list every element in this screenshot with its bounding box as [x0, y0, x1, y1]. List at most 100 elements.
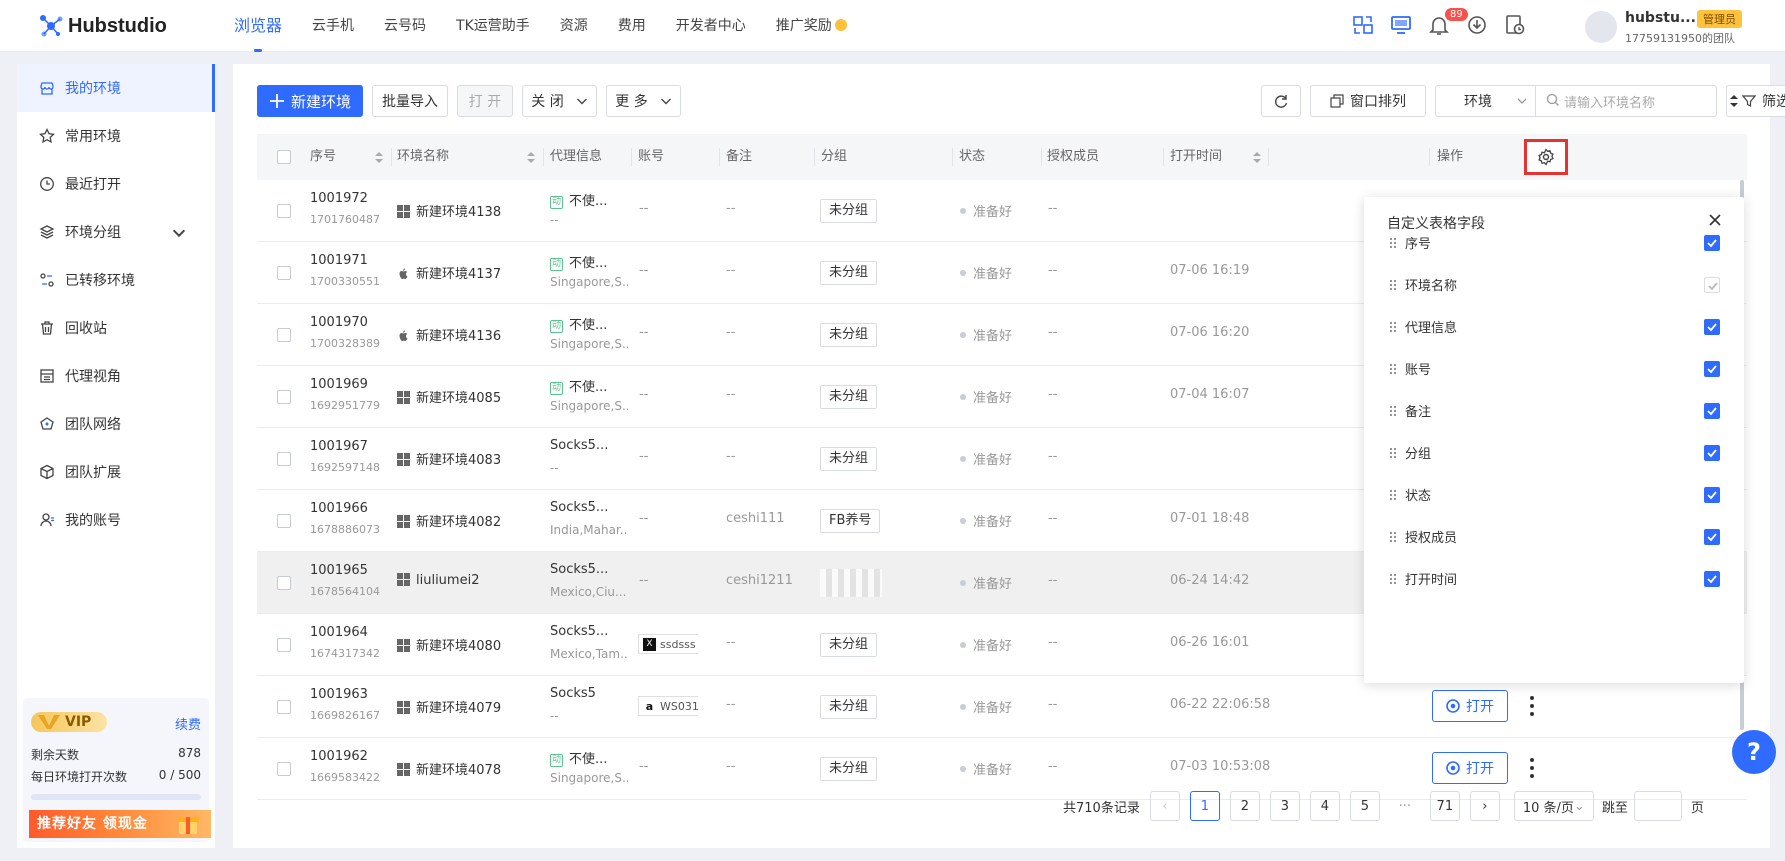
more-vertical-icon[interactable]	[1529, 694, 1535, 718]
col-members[interactable]: 授权成员	[1047, 134, 1099, 180]
nav-developer[interactable]: 开发者中心	[676, 0, 746, 52]
drag-handle-icon[interactable]	[1389, 237, 1397, 249]
drag-handle-icon[interactable]	[1389, 489, 1397, 501]
env-name-cell[interactable]: 新建环境4085	[397, 387, 537, 406]
account-cell[interactable]: a WS031	[638, 696, 698, 716]
row-checkbox[interactable]	[277, 576, 291, 590]
page-ellipsis[interactable]: ···	[1390, 791, 1420, 821]
nav-billing[interactable]: 费用	[618, 0, 646, 52]
refresh-button[interactable]	[1261, 85, 1301, 117]
nav-cloud-number[interactable]: 云号码	[384, 0, 426, 52]
field-option[interactable]: 打开时间	[1389, 569, 1720, 589]
search-input[interactable]: 请输入环境名称	[1536, 92, 1655, 111]
sort-toggle-icon[interactable]	[1729, 94, 1739, 108]
sort-icon[interactable]	[375, 152, 383, 163]
more-vertical-icon[interactable]	[1529, 756, 1535, 780]
sidebar-item-transferred[interactable]: 已转移环境	[17, 256, 215, 304]
field-checkbox[interactable]	[1704, 361, 1720, 377]
field-option[interactable]: 序号	[1389, 233, 1720, 253]
next-page-button[interactable]: ›	[1469, 791, 1500, 821]
close-dropdown[interactable]: 关 闭	[522, 85, 597, 117]
nav-resources[interactable]: 资源	[560, 0, 588, 52]
env-name-cell[interactable]: 新建环境4138	[397, 201, 537, 220]
col-proxy[interactable]: 代理信息	[550, 134, 602, 180]
field-checkbox[interactable]	[1704, 319, 1720, 335]
referral-banner[interactable]: 推荐好友 领现金	[29, 810, 211, 838]
select-all-checkbox[interactable]	[277, 150, 291, 164]
field-option[interactable]: 环境名称	[1389, 275, 1720, 295]
sidebar-item-my-account[interactable]: 我的账号	[17, 496, 215, 544]
field-checkbox[interactable]	[1704, 445, 1720, 461]
nav-tk-assistant[interactable]: TK运营助手	[456, 0, 530, 52]
sort-icon[interactable]	[1253, 152, 1261, 163]
env-name-cell[interactable]: 新建环境4079	[397, 697, 537, 716]
sidebar-item-proxy-view[interactable]: 代理视角	[17, 352, 215, 400]
field-checkbox[interactable]	[1704, 529, 1720, 545]
page-size-select[interactable]: 10 条/页 ⌄	[1513, 791, 1594, 821]
history-icon[interactable]	[1504, 14, 1526, 36]
sync-devices-icon[interactable]	[1352, 14, 1374, 36]
field-option[interactable]: 状态	[1389, 485, 1720, 505]
field-option[interactable]: 账号	[1389, 359, 1720, 379]
row-checkbox[interactable]	[277, 328, 291, 342]
col-open-time[interactable]: 打开时间	[1170, 134, 1222, 180]
page-71[interactable]: 71	[1429, 791, 1460, 821]
env-name-cell[interactable]: 新建环境4083	[397, 449, 537, 468]
new-env-button[interactable]: 新建环境	[257, 85, 363, 117]
row-checkbox[interactable]	[277, 452, 291, 466]
drag-handle-icon[interactable]	[1389, 405, 1397, 417]
field-option[interactable]: 备注	[1389, 401, 1720, 421]
field-checkbox[interactable]	[1704, 403, 1720, 419]
col-id[interactable]: 序号	[310, 134, 336, 180]
row-checkbox[interactable]	[277, 204, 291, 218]
page-4[interactable]: 4	[1309, 791, 1340, 821]
field-option[interactable]: 代理信息	[1389, 317, 1720, 337]
field-checkbox[interactable]	[1704, 235, 1720, 251]
drag-handle-icon[interactable]	[1389, 531, 1397, 543]
page-3[interactable]: 3	[1269, 791, 1300, 821]
field-checkbox[interactable]	[1704, 571, 1720, 587]
account-cell[interactable]: Xssdsss	[638, 634, 698, 654]
row-checkbox[interactable]	[277, 762, 291, 776]
page-2[interactable]: 2	[1229, 791, 1260, 821]
page-1[interactable]: 1	[1189, 791, 1220, 821]
field-option[interactable]: 分组	[1389, 443, 1720, 463]
col-group[interactable]: 分组	[821, 134, 847, 180]
drag-handle-icon[interactable]	[1389, 279, 1397, 291]
env-name-cell[interactable]: 新建环境4082	[397, 511, 537, 530]
sidebar-item-trash[interactable]: 回收站	[17, 304, 215, 352]
env-name-cell[interactable]: 新建环境4078	[397, 759, 537, 778]
drag-handle-icon[interactable]	[1389, 447, 1397, 459]
row-checkbox[interactable]	[277, 514, 291, 528]
col-name[interactable]: 环境名称	[397, 134, 449, 180]
env-type-select[interactable]: 环境	[1436, 86, 1536, 116]
window-arrange-button[interactable]: 窗口排列	[1310, 85, 1426, 117]
app-logo[interactable]: Hubstudio	[38, 12, 167, 40]
jump-input[interactable]	[1633, 791, 1682, 821]
notification-button[interactable]: 89	[1428, 8, 1468, 36]
field-checkbox[interactable]	[1704, 487, 1720, 503]
col-account[interactable]: 账号	[638, 134, 664, 180]
open-button[interactable]: 打 开	[457, 85, 513, 117]
drag-handle-icon[interactable]	[1389, 321, 1397, 333]
open-env-button[interactable]: 打开	[1432, 690, 1508, 722]
drag-handle-icon[interactable]	[1389, 363, 1397, 375]
col-status[interactable]: 状态	[959, 134, 985, 180]
env-name-cell[interactable]: 新建环境4136	[397, 325, 537, 344]
sort-icon[interactable]	[527, 152, 535, 163]
sidebar-item-team-extensions[interactable]: 团队扩展	[17, 448, 215, 496]
nav-cloud-phone[interactable]: 云手机	[312, 0, 354, 52]
row-checkbox[interactable]	[277, 266, 291, 280]
user-menu[interactable]: hubstu... 管理员 17759131950的团队	[1585, 9, 1775, 45]
more-dropdown[interactable]: 更 多	[606, 85, 681, 117]
row-checkbox[interactable]	[277, 638, 291, 652]
sidebar-item-my-env[interactable]: 我的环境	[17, 64, 215, 112]
env-name-cell[interactable]: 新建环境4080	[397, 635, 537, 654]
sidebar-item-recent[interactable]: 最近打开	[17, 160, 215, 208]
help-button[interactable]: ?	[1732, 730, 1776, 774]
sidebar-item-team-network[interactable]: 团队网络	[17, 400, 215, 448]
page-5[interactable]: 5	[1349, 791, 1380, 821]
open-env-button[interactable]: 打开	[1432, 752, 1508, 784]
prev-page-button[interactable]: ‹	[1149, 791, 1180, 821]
env-name-cell[interactable]: liuliumei2	[397, 573, 537, 588]
